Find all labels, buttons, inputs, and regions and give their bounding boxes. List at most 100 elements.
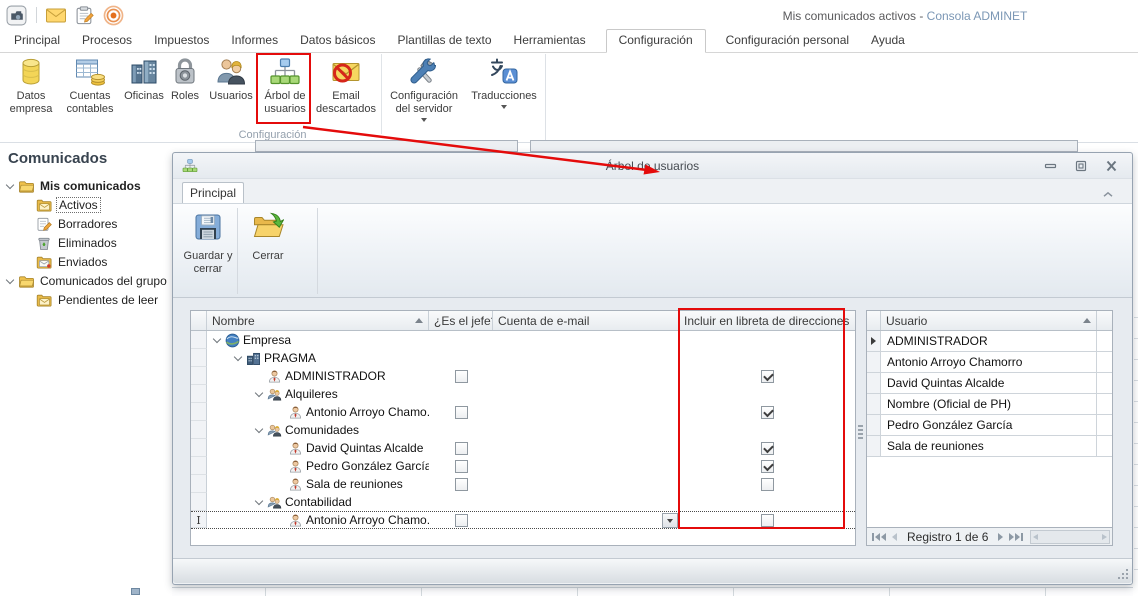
current-row-icon	[871, 337, 876, 345]
resize-grip-icon[interactable]	[1116, 567, 1128, 579]
tab-informes[interactable]: Informes	[229, 30, 280, 52]
ribbon-button-usuarios[interactable]: Usuarios	[204, 54, 258, 126]
scroll-right-icon[interactable]	[1102, 533, 1107, 540]
user-cell: Pedro González García	[881, 415, 1097, 435]
is-boss-checkbox[interactable]	[454, 459, 468, 473]
is-boss-checkbox[interactable]	[454, 477, 468, 491]
column-header-es-el-jefe[interactable]: ¿Es el jefe?	[429, 311, 493, 330]
user-list-row[interactable]: Nombre (Oficial de PH)	[867, 394, 1112, 415]
user-list-header: Usuario	[867, 311, 1112, 331]
tree-node-label: Antonio Arroyo Chamo...	[306, 513, 429, 527]
tasks-icon[interactable]	[75, 5, 94, 25]
previous-record-button[interactable]	[889, 531, 900, 543]
mail-icon[interactable]	[46, 8, 66, 23]
background-grid-fragment	[110, 587, 1133, 596]
ribbon-button-roles[interactable]: Roles	[166, 54, 204, 126]
ribbon-button-cuentas-contables[interactable]: Cuentas contables	[58, 54, 122, 126]
tab-ayuda[interactable]: Ayuda	[869, 30, 907, 52]
accounts-table-icon	[76, 59, 105, 86]
sort-ascending-icon	[1083, 318, 1091, 323]
ribbon-button-oficinas[interactable]: Oficinas	[122, 54, 166, 126]
minimize-icon[interactable]	[1044, 160, 1057, 172]
is-boss-checkbox[interactable]	[454, 441, 468, 455]
expander-icon[interactable]	[4, 274, 18, 288]
user-list-row[interactable]: David Quintas Alcalde	[867, 373, 1112, 394]
expander-icon[interactable]	[253, 387, 267, 401]
expander-icon[interactable]	[232, 351, 246, 365]
user-list-row[interactable]: ADMINISTRADOR	[867, 331, 1112, 352]
tab-datos-basicos[interactable]: Datos básicos	[298, 30, 377, 52]
collapse-ribbon-icon[interactable]	[1102, 187, 1114, 201]
email-combo-dropdown[interactable]	[662, 513, 678, 528]
is-boss-checkbox[interactable]	[454, 513, 468, 527]
sidebar-item-label: Borradores	[58, 216, 118, 231]
close-button[interactable]: Cerrar	[243, 211, 293, 263]
tab-impuestos[interactable]: Impuestos	[152, 30, 211, 52]
ribbon-button-configuracion-del-servidor[interactable]: Configuración del servidor	[383, 54, 465, 126]
quick-access-toolbar	[6, 4, 124, 26]
broadcast-icon[interactable]	[103, 5, 124, 26]
column-header-usuario[interactable]: Usuario	[881, 311, 1097, 330]
toolbar-separator	[36, 7, 37, 23]
save-and-close-button[interactable]: Guardar y cerrar	[179, 211, 237, 277]
expander-icon[interactable]	[4, 179, 18, 193]
last-record-button[interactable]	[1006, 531, 1026, 543]
restore-icon[interactable]	[1075, 160, 1087, 172]
expander-icon[interactable]	[253, 495, 267, 509]
horizontal-scrollbar[interactable]	[1030, 529, 1110, 544]
sidebar-item-pendientes-de-leer[interactable]: Pendientes de leer	[0, 290, 172, 309]
close-icon[interactable]	[1105, 160, 1118, 172]
group-icon	[267, 387, 282, 402]
edit-indicator-icon	[196, 513, 200, 527]
dialog-status-bar	[173, 558, 1132, 583]
user-cell: ADMINISTRADOR	[881, 331, 1097, 351]
tab-principal[interactable]: Principal	[12, 30, 62, 52]
tree-node-label: Comunidades	[285, 423, 360, 437]
folder-icon	[18, 178, 34, 194]
tab-herramientas[interactable]: Herramientas	[512, 30, 588, 52]
lock-icon	[175, 58, 195, 84]
ribbon-tab-bar: Principal Procesos Impuestos Informes Da…	[0, 29, 1138, 53]
ribbon-button-traducciones[interactable]: Traducciones	[465, 54, 543, 126]
user-list-row[interactable]: Pedro González García	[867, 415, 1112, 436]
is-boss-checkbox[interactable]	[454, 405, 468, 419]
tab-procesos[interactable]: Procesos	[80, 30, 134, 52]
discarded-email-icon	[332, 63, 360, 83]
column-header-label: Cuenta de e-mail	[498, 313, 590, 328]
column-header-nombre[interactable]: Nombre	[207, 311, 429, 330]
sidebar-item-label: Pendientes de leer	[58, 292, 159, 307]
sidebar-item-borradores[interactable]: Borradores	[0, 214, 172, 233]
empty-column-header	[1097, 311, 1112, 330]
user-list-row[interactable]: Sala de reuniones	[867, 436, 1112, 457]
dialog-titlebar[interactable]: Árbol de usuarios	[173, 153, 1132, 179]
tab-configuracion-personal[interactable]: Configuración personal	[724, 30, 851, 52]
dialog-tab-principal[interactable]: Principal	[182, 182, 244, 203]
globe-icon	[225, 333, 240, 348]
sidebar-item-mis-comunicados[interactable]: Mis comunicados	[0, 176, 172, 195]
first-record-button[interactable]	[869, 531, 889, 543]
dropdown-arrow-icon	[667, 518, 673, 523]
sidebar-item-eliminados[interactable]: Eliminados	[0, 233, 172, 252]
row-indicator	[191, 493, 207, 511]
expander-icon[interactable]	[253, 423, 267, 437]
tab-configuracion[interactable]: Configuración	[605, 29, 706, 53]
ribbon-button-datos-empresa[interactable]: Datos empresa	[4, 54, 58, 126]
user-list-row[interactable]: Antonio Arroyo Chamorro	[867, 352, 1112, 373]
expander-icon[interactable]	[211, 333, 225, 347]
sidebar-item-activos[interactable]: Activos	[0, 195, 172, 214]
ribbon-button-label: Datos empresa	[9, 90, 53, 115]
tab-plantillas-de-texto[interactable]: Plantillas de texto	[395, 30, 493, 52]
row-indicator	[191, 512, 207, 528]
row-indicator-header	[867, 311, 881, 330]
next-record-button[interactable]	[995, 531, 1006, 543]
dropdown-arrow-icon	[421, 117, 427, 122]
sidebar-item-comunicados-del-grupo[interactable]: Comunicados del grupo	[0, 271, 172, 290]
app-icon[interactable]	[6, 5, 27, 26]
ribbon-button-email-descartados[interactable]: Email descartados	[312, 54, 380, 126]
panel-splitter-handle[interactable]	[857, 425, 863, 451]
scroll-left-icon[interactable]	[1033, 533, 1039, 540]
sidebar-item-enviados[interactable]: Enviados	[0, 252, 172, 271]
column-header-cuenta-email[interactable]: Cuenta de e-mail	[493, 311, 679, 330]
tree-node-label: PRAGMA	[264, 351, 317, 365]
is-boss-checkbox[interactable]	[454, 369, 468, 383]
